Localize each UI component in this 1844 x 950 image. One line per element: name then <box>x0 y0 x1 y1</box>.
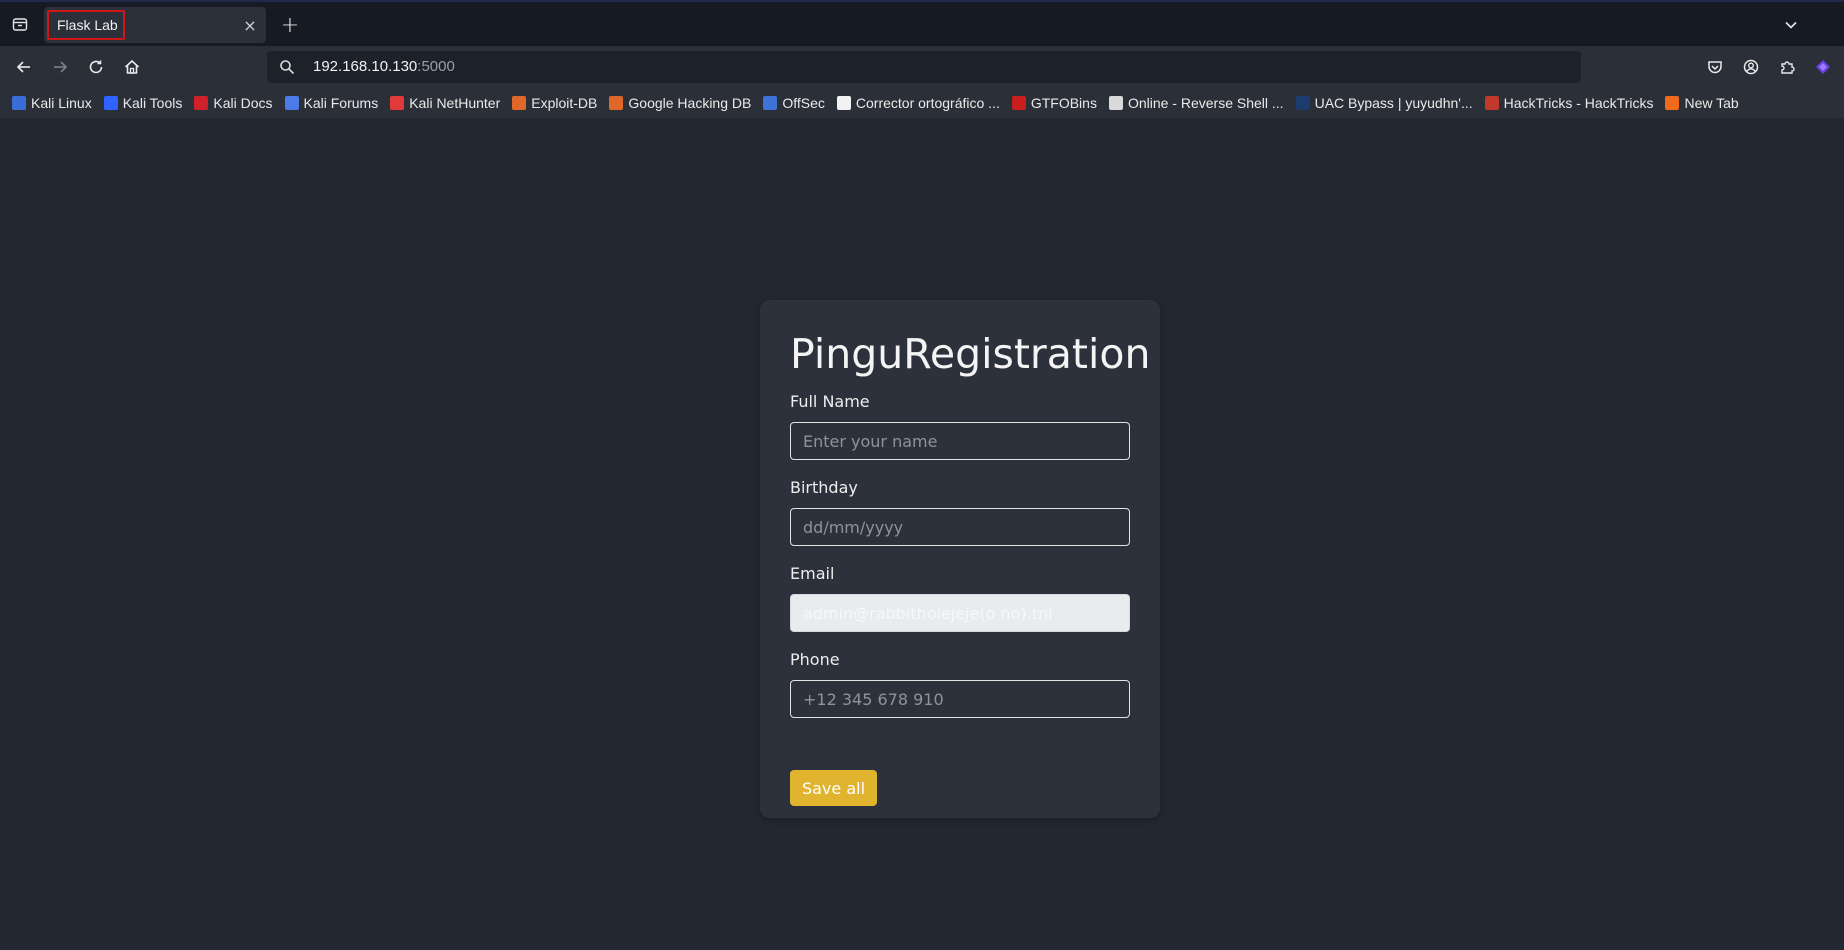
nethunter-icon <box>390 96 405 110</box>
pocket-icon[interactable] <box>1704 56 1726 78</box>
bookmark-label: New Tab <box>1684 95 1739 111</box>
search-icon <box>279 59 295 75</box>
bookmark-item[interactable]: Kali Linux <box>12 95 92 111</box>
bookmark-label: Online - Reverse Shell ... <box>1127 95 1284 111</box>
email-label: Email <box>790 564 835 583</box>
bookmark-item[interactable]: Exploit-DB <box>512 95 597 111</box>
bookmark-item[interactable]: HackTricks - HackTricks <box>1484 95 1654 111</box>
bookmark-label: HackTricks - HackTricks <box>1503 95 1654 111</box>
bookmark-item[interactable]: Google Hacking DB <box>609 95 751 111</box>
bookmark-item[interactable]: Corrector ortográfico ... <box>836 95 1000 111</box>
uac-bypass-icon <box>1295 96 1310 110</box>
exploit-db-icon <box>512 96 527 110</box>
bookmark-item[interactable]: OffSec <box>763 95 825 111</box>
firefox-icon <box>1665 96 1680 110</box>
bookmark-item[interactable]: Kali Tools <box>103 95 183 111</box>
birthday-input[interactable] <box>790 508 1130 546</box>
kali-docs-icon <box>194 96 209 110</box>
skull-icon <box>1108 96 1123 110</box>
phone-label: Phone <box>790 650 840 669</box>
gtfobins-icon <box>1011 96 1026 110</box>
ghdb-icon <box>609 96 624 110</box>
new-tab-button[interactable]: + <box>278 13 302 38</box>
offsec-icon <box>763 96 778 110</box>
bookmark-label: Corrector ortográfico ... <box>855 95 1000 111</box>
kali-forums-icon <box>284 96 299 110</box>
bookmark-label: Kali Forums <box>303 95 379 111</box>
hacktricks-icon <box>1484 96 1499 110</box>
page-content: PinguRegistration Full Name Birthday Ema… <box>0 118 1844 950</box>
bookmark-item[interactable]: New Tab <box>1665 95 1739 111</box>
extensions-puzzle-icon[interactable] <box>1776 56 1798 78</box>
bookmark-label: Kali Linux <box>31 95 92 111</box>
home-icon[interactable] <box>120 55 144 79</box>
forward-arrow-icon[interactable] <box>48 55 72 79</box>
corrector-icon <box>836 96 851 110</box>
url-text: 192.168.10.130:5000 <box>313 58 455 75</box>
save-all-button[interactable]: Save all <box>790 770 877 806</box>
address-bar[interactable]: 192.168.10.130:5000 <box>267 51 1581 83</box>
chevron-down-icon[interactable] <box>1780 14 1802 36</box>
tab-flask-lab[interactable]: Flask Lab × <box>44 7 266 43</box>
full-name-input[interactable] <box>790 422 1130 460</box>
tab-title: Flask Lab <box>47 10 125 40</box>
birthday-label: Birthday <box>790 478 858 497</box>
bookmark-item[interactable]: UAC Bypass | yuyudhn'... <box>1295 95 1473 111</box>
bookmark-item[interactable]: Kali Forums <box>284 95 379 111</box>
registration-card: PinguRegistration Full Name Birthday Ema… <box>760 300 1160 818</box>
navigation-toolbar: 192.168.10.130:5000 <box>0 46 1844 88</box>
url-host: 192.168.10.130 <box>313 58 418 75</box>
page-title: PinguRegistration <box>790 330 1151 378</box>
bookmark-label: Exploit-DB <box>531 95 598 111</box>
phone-input[interactable] <box>790 680 1130 718</box>
email-input[interactable] <box>790 594 1130 632</box>
bookmark-item[interactable]: GTFOBins <box>1011 95 1097 111</box>
tab-strip: Flask Lab × + <box>0 0 1844 46</box>
bookmark-label: UAC Bypass | yuyudhn'... <box>1314 95 1473 111</box>
bookmark-label: Kali NetHunter <box>409 95 501 111</box>
list-all-tabs-icon[interactable] <box>8 12 32 36</box>
account-icon[interactable] <box>1740 56 1762 78</box>
bookmark-item[interactable]: Kali Docs <box>194 95 273 111</box>
bookmark-label: GTFOBins <box>1030 95 1097 111</box>
extension-purple-icon[interactable] <box>1812 56 1834 78</box>
kali-dragon-icon <box>12 96 26 110</box>
bookmark-item[interactable]: Kali NetHunter <box>390 95 500 111</box>
back-arrow-icon[interactable] <box>12 55 36 79</box>
bookmark-item[interactable]: Online - Reverse Shell ... <box>1108 95 1284 111</box>
bookmark-label: Kali Docs <box>213 95 273 111</box>
kali-tools-icon <box>103 96 118 110</box>
url-port: :5000 <box>417 58 455 75</box>
bookmark-label: OffSec <box>782 95 825 111</box>
close-tab-icon[interactable]: × <box>240 15 260 35</box>
bookmarks-toolbar: Kali Linux Kali Tools Kali Docs Kali Forums… <box>0 88 1844 118</box>
bookmark-label: Google Hacking DB <box>628 95 752 111</box>
full-name-label: Full Name <box>790 392 870 411</box>
bookmark-label: Kali Tools <box>122 95 183 111</box>
reload-icon[interactable] <box>84 55 108 79</box>
